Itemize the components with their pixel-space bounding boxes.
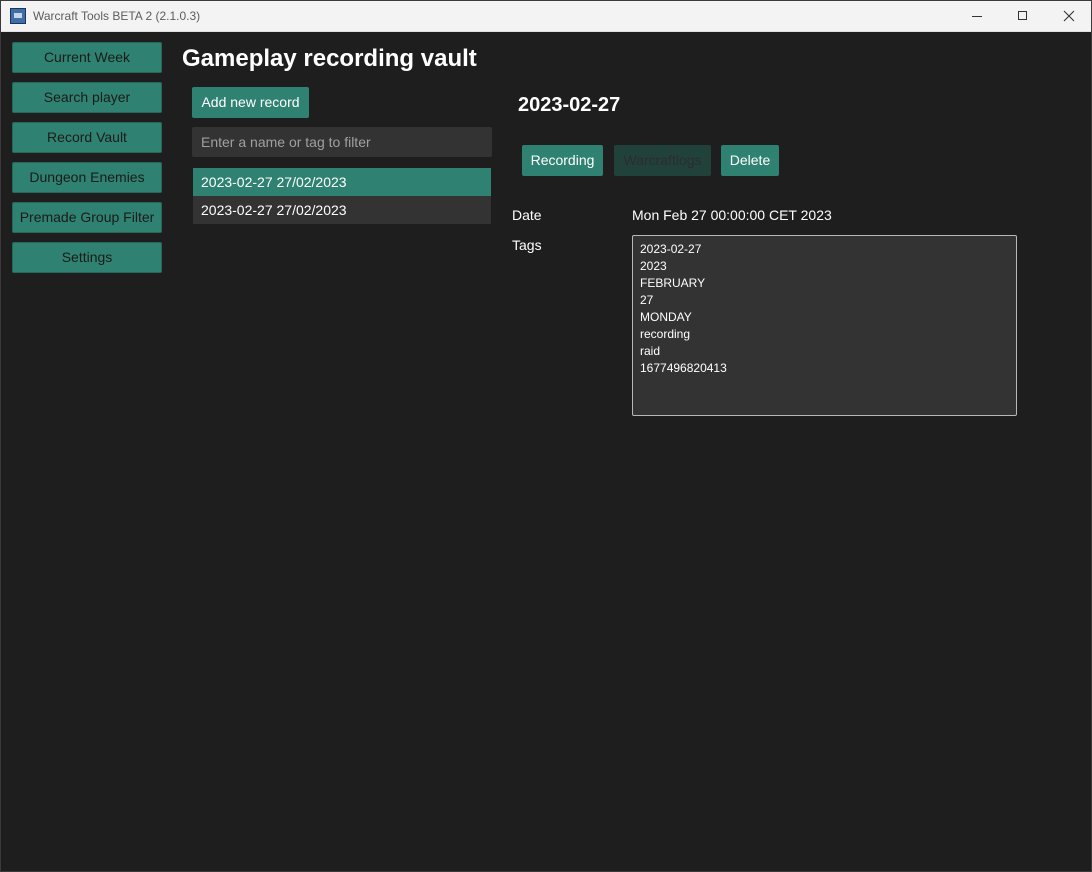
date-value: Mon Feb 27 00:00:00 CET 2023 [632,207,832,223]
record-title: 2023-02-27 [518,94,621,116]
window-title: Warcraft Tools BETA 2 (2.1.0.3) [33,9,201,23]
tag-line: recording [640,327,691,341]
record-list-item[interactable]: 2023-02-27 27/02/2023 [193,196,491,224]
tag-line: 2023-02-27 [640,242,702,256]
sidebar-item-record-vault[interactable]: Record Vault [12,122,162,153]
minimize-button[interactable] [954,1,1000,31]
tag-line: 1677496820413 [640,361,727,375]
maximize-button[interactable] [1000,1,1046,31]
date-label: Date [512,207,542,223]
record-list: 2023-02-27 27/02/2023 2023-02-27 27/02/2… [193,168,491,224]
sidebar-item-current-week[interactable]: Current Week [12,42,162,73]
warcraftlogs-button[interactable]: Warcraftlogs [614,145,711,176]
sidebar-item-search-player[interactable]: Search player [12,82,162,113]
tag-line: raid [640,344,661,358]
tags-textarea[interactable]: 2023-02-27 2023 FEBRUARY 27 MONDAY recor… [632,235,1017,416]
record-list-item-selected[interactable]: 2023-02-27 27/02/2023 [193,168,491,196]
app-icon [10,8,26,24]
title-bar[interactable]: Warcraft Tools BETA 2 (2.1.0.3) [1,1,1091,32]
sidebar-item-dungeon-enemies[interactable]: Dungeon Enemies [12,162,162,193]
tag-line: FEBRUARY [640,276,706,290]
filter-input[interactable] [192,127,492,157]
tag-line: 27 [640,293,654,307]
close-icon [1063,10,1075,22]
recording-button[interactable]: Recording [522,145,603,176]
sidebar-item-settings[interactable]: Settings [12,242,162,273]
page-title: Gameplay recording vault [182,45,477,72]
add-new-record-button[interactable]: Add new record [192,87,309,118]
tags-label: Tags [512,237,542,253]
close-button[interactable] [1046,1,1092,31]
app-window: Warcraft Tools BETA 2 (2.1.0.3) Current … [0,0,1092,872]
tag-line: 2023 [640,259,667,273]
delete-button[interactable]: Delete [721,145,779,176]
tag-line: MONDAY [640,310,692,324]
sidebar-item-premade-group-filter[interactable]: Premade Group Filter [12,202,162,233]
